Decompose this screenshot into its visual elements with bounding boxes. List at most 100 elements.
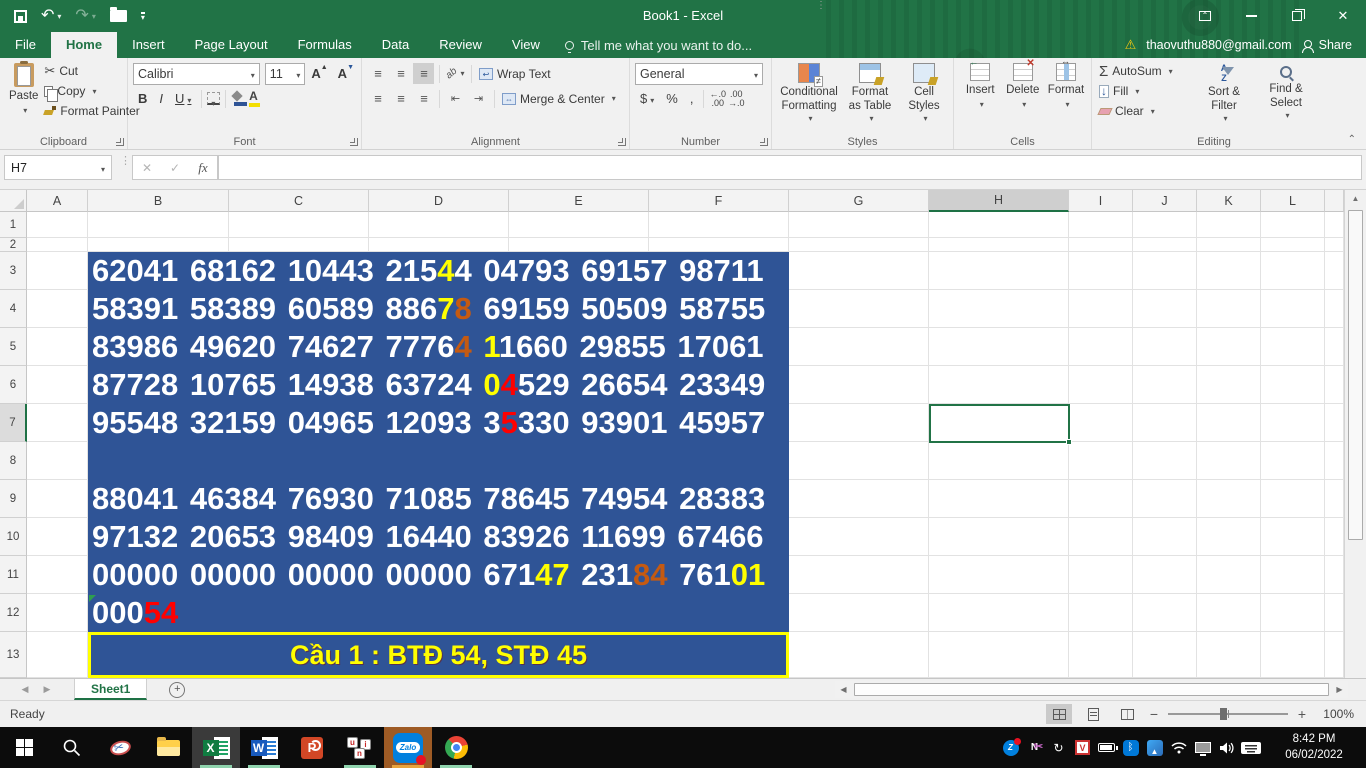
cell-A10[interactable] [27,518,88,556]
format-cells-button[interactable]: Format [1044,56,1088,133]
cell-K7[interactable] [1197,404,1261,442]
fill-button[interactable]: ↓ Fill [1097,81,1193,101]
cell-I13[interactable] [1069,632,1133,678]
restore-button[interactable] [1274,0,1320,32]
cell-G2[interactable] [789,238,929,252]
cell-I7[interactable] [1069,404,1133,442]
cell-I5[interactable] [1069,328,1133,366]
cell-L7[interactable] [1261,404,1325,442]
cell-D2[interactable] [369,238,509,252]
cell-G5[interactable] [789,328,929,366]
cell-A13[interactable] [27,632,88,678]
row-header-7[interactable]: 7 [0,404,27,442]
cell-A2[interactable] [27,238,88,252]
column-header-J[interactable]: J [1133,190,1197,212]
selected-cell-H7[interactable] [929,404,1072,445]
cell-G13[interactable] [789,632,929,678]
cell-J7[interactable] [1133,404,1197,442]
cell-L12[interactable] [1261,594,1325,632]
cell-K13[interactable] [1197,632,1261,678]
number-dialog-launcher[interactable] [760,138,768,146]
tell-me-box[interactable]: Tell me what you want to do... [564,32,752,58]
save-button[interactable] [14,9,27,23]
font-color-button[interactable]: A [246,90,260,107]
cell-I6[interactable] [1069,366,1133,404]
cancel-entry-button[interactable]: ✕ [133,161,161,175]
customize-qat-button[interactable]: ▾ [140,11,145,21]
cell-G4[interactable] [789,290,929,328]
cell-A12[interactable] [27,594,88,632]
taskbar-chrome[interactable] [432,727,480,768]
row-header-6[interactable]: 6 [0,366,27,404]
zoom-out-button[interactable]: − [1148,706,1160,722]
sheet-nav-next-button[interactable]: ▶ [36,679,58,700]
cell-partial-11[interactable] [1325,556,1344,594]
tab-view[interactable]: View [497,32,555,58]
cell-I9[interactable] [1069,480,1133,518]
cell-partial-8[interactable] [1325,442,1344,480]
cell-H1[interactable] [929,212,1069,238]
cell-J11[interactable] [1133,556,1197,594]
display-tray-icon[interactable] [1192,727,1213,768]
cut-button[interactable]: ✂ Cut [42,61,141,81]
cell-G11[interactable] [789,556,929,594]
middle-align-button[interactable]: ≡ [390,63,411,84]
cell-H11[interactable] [929,556,1069,594]
column-header-B[interactable]: B [88,190,229,212]
taskbar-unikey[interactable]: uin [336,727,384,768]
increase-font-button[interactable]: A▲ [307,64,331,81]
font-name-select[interactable]: Calibri [133,62,260,85]
cell-L2[interactable] [1261,238,1325,252]
zoom-thumb[interactable] [1220,708,1227,720]
cell-A11[interactable] [27,556,88,594]
borders-button[interactable] [207,92,221,105]
row-header-3[interactable]: 3 [0,252,27,290]
underline-button[interactable]: U [170,91,196,106]
increase-indent-button[interactable]: ⇥ [468,88,489,109]
cell-J2[interactable] [1133,238,1197,252]
copy-button[interactable]: Copy [42,81,141,102]
sync-tray-icon[interactable]: ↻ [1048,727,1069,768]
tab-insert[interactable]: Insert [117,32,180,58]
align-right-button[interactable]: ≡ [413,88,434,109]
column-header-E[interactable]: E [509,190,649,212]
sheet-tab-sheet1[interactable]: Sheet1 [74,679,148,700]
comma-button[interactable]: , [685,91,699,106]
cell-partial-5[interactable] [1325,328,1344,366]
row-header-4[interactable]: 4 [0,290,27,328]
cell-partial-4[interactable] [1325,290,1344,328]
v-app-tray-icon[interactable]: V [1072,727,1093,768]
cell-I3[interactable] [1069,252,1133,290]
cell-J13[interactable] [1133,632,1197,678]
cell-H6[interactable] [929,366,1069,404]
top-align-button[interactable]: ≡ [367,63,388,84]
align-center-button[interactable]: ≡ [390,88,411,109]
account-email[interactable]: thaovuthu880@gmail.com [1146,38,1291,52]
conditional-formatting-button[interactable]: Conditional Formatting [777,61,841,133]
clear-button[interactable]: Clear [1097,101,1193,121]
column-header-K[interactable]: K [1197,190,1261,212]
bottom-align-button[interactable]: ≡ [413,63,434,84]
start-button[interactable] [0,727,48,768]
bold-button[interactable]: B [133,91,152,106]
tab-page-layout[interactable]: Page Layout [180,32,283,58]
cell-F1[interactable] [649,212,789,238]
cell-J10[interactable] [1133,518,1197,556]
column-header-H[interactable]: H [929,190,1069,212]
cell-G8[interactable] [789,442,929,480]
row-header-2[interactable]: 2 [0,238,27,252]
row-header-8[interactable]: 8 [0,442,27,480]
taskbar-snipping-tool[interactable] [96,727,144,768]
cell-J1[interactable] [1133,212,1197,238]
open-button[interactable] [109,7,127,22]
cell-C2[interactable] [229,238,369,252]
cell-B2[interactable] [88,238,229,252]
select-all-corner[interactable] [0,190,27,212]
taskbar-powerpoint[interactable]: P [288,727,336,768]
delete-cells-button[interactable]: Delete [1002,58,1045,133]
column-header-D[interactable]: D [369,190,509,212]
alignment-dialog-launcher[interactable] [618,138,626,146]
cell-K10[interactable] [1197,518,1261,556]
name-box[interactable]: H7 [4,155,112,180]
cell-A9[interactable] [27,480,88,518]
